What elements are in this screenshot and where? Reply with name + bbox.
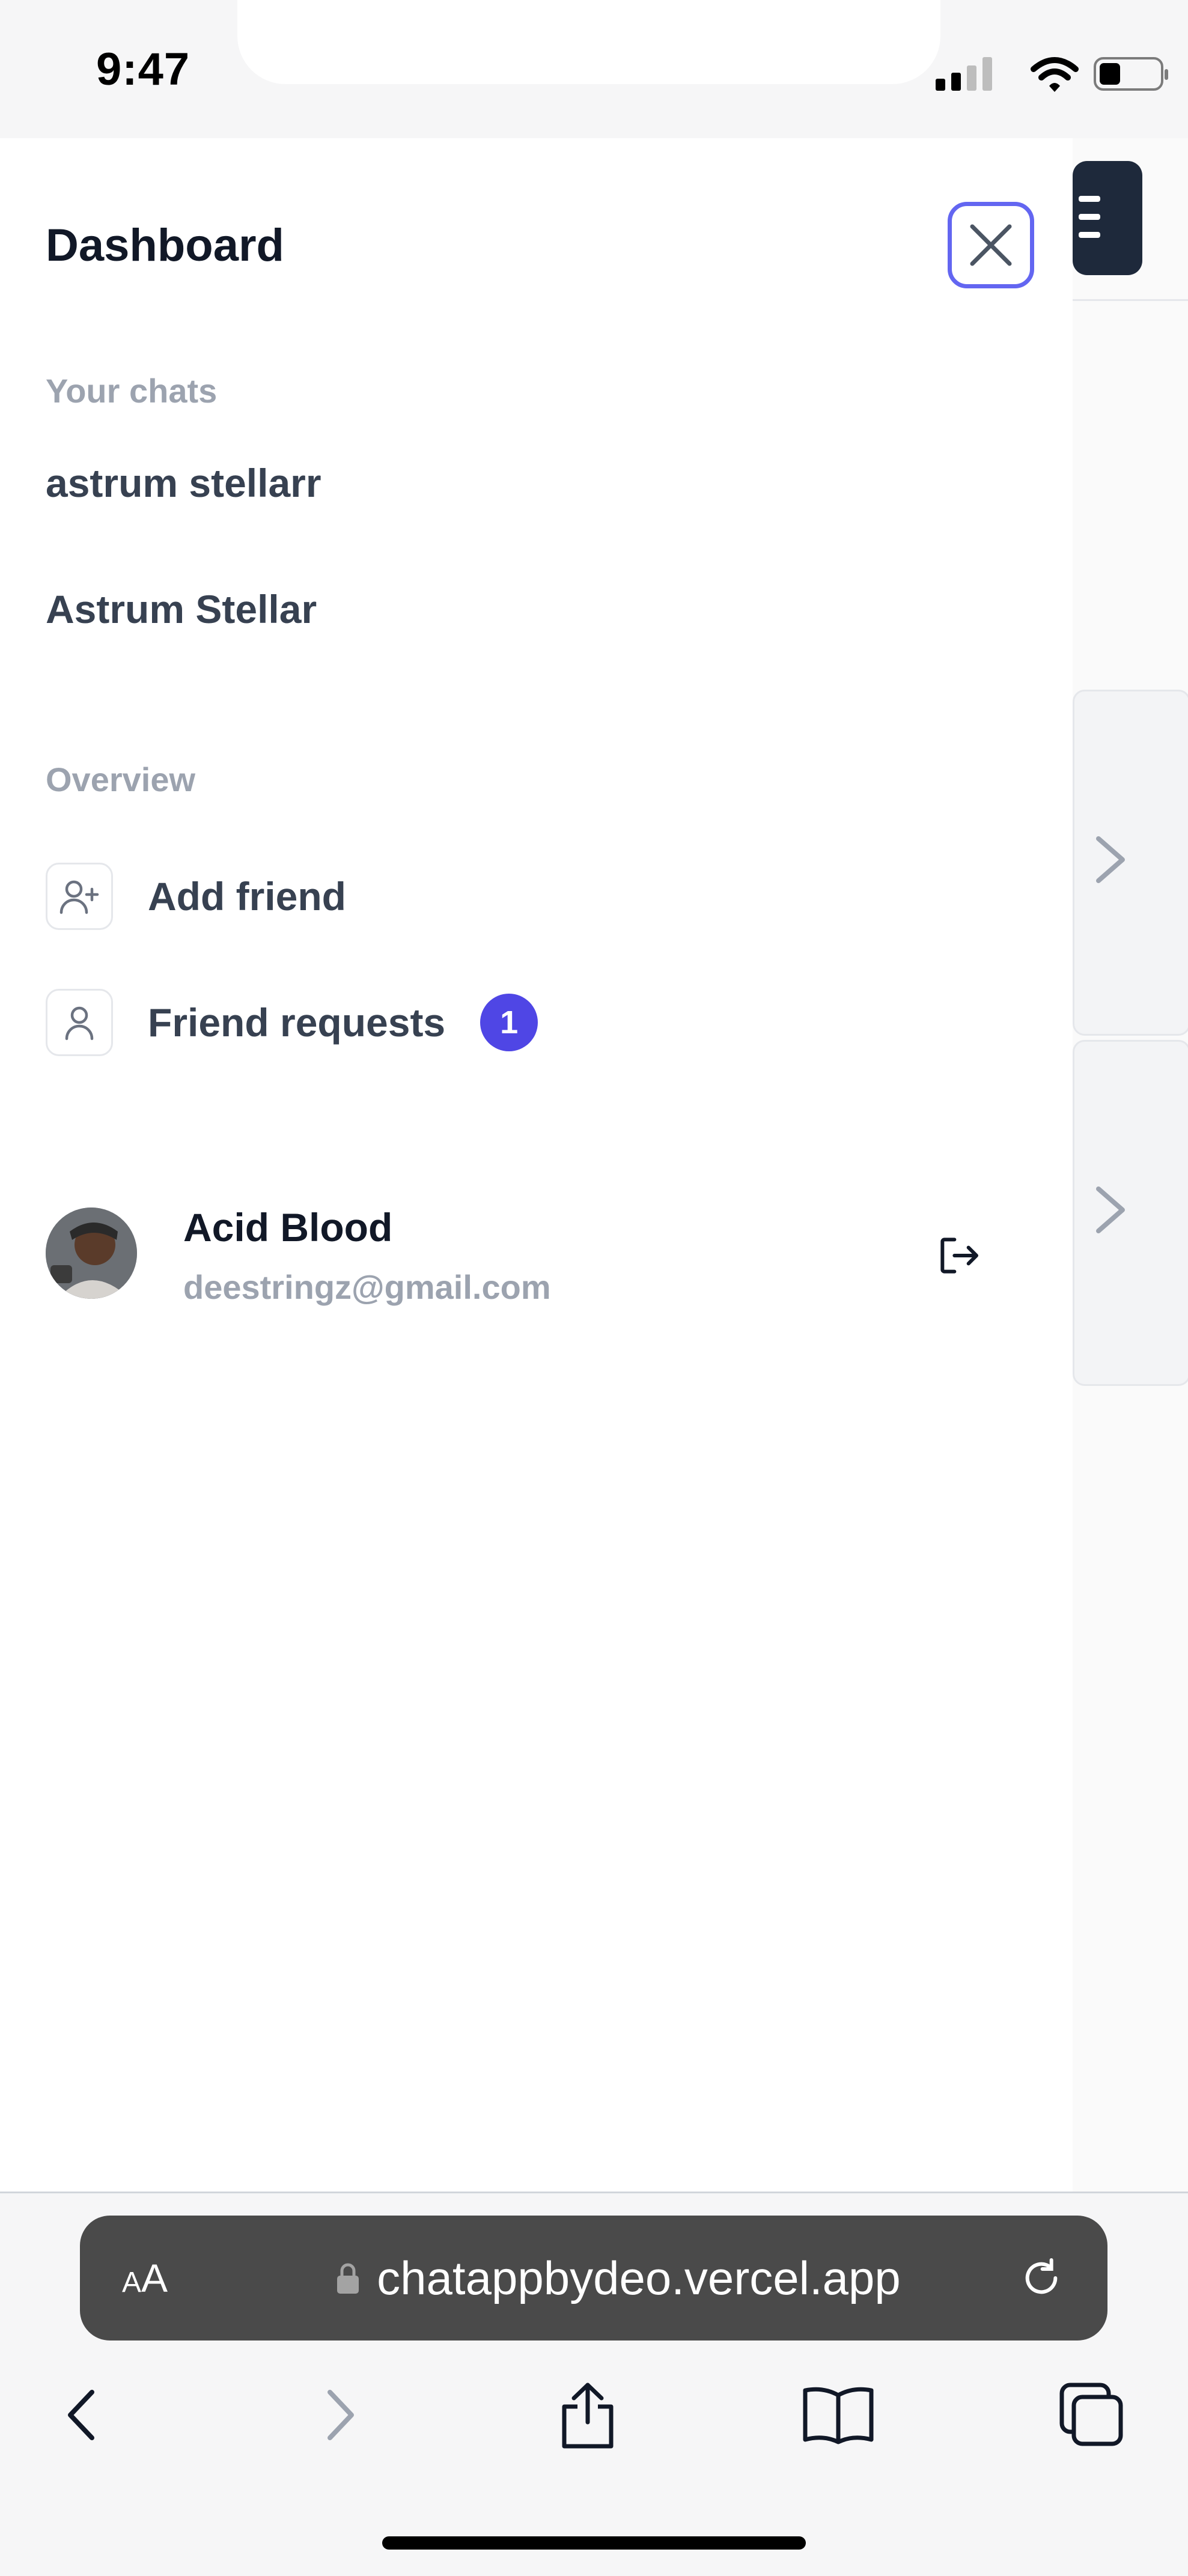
avatar <box>46 1208 137 1299</box>
menu-button[interactable] <box>1073 161 1142 275</box>
text-size-button[interactable]: AA <box>122 2255 236 2301</box>
chevron-right-icon <box>1096 1186 1125 1233</box>
device-notch <box>237 0 940 84</box>
wifi-icon <box>1031 57 1079 92</box>
user-name: Acid Blood <box>183 1205 393 1250</box>
text-size-large-label: A <box>141 2256 168 2300</box>
share-button[interactable] <box>543 2370 633 2460</box>
lock-icon <box>337 2263 359 2294</box>
status-icons <box>936 57 1168 92</box>
status-time: 9:47 <box>96 44 190 95</box>
close-icon <box>970 224 1012 266</box>
friend-requests-link[interactable]: Friend requests 1 <box>46 986 538 1059</box>
address-bar[interactable]: AA chatappbydeo.vercel.app <box>80 2216 1107 2341</box>
back-button[interactable] <box>37 2370 127 2460</box>
your-chats-label: Your chats <box>46 372 218 410</box>
drawer-title: Dashboard <box>46 220 284 271</box>
share-icon <box>562 2383 614 2449</box>
url-text: chatappbydeo.vercel.app <box>377 2251 901 2304</box>
header-divider <box>1073 299 1188 301</box>
user-email: deestringz@gmail.com <box>183 1268 551 1306</box>
tabs-icon <box>1059 2383 1123 2446</box>
home-indicator <box>382 2536 806 2550</box>
close-button[interactable] <box>948 202 1034 288</box>
chevron-left-icon <box>68 2390 94 2440</box>
add-friend-label: Add friend <box>148 874 346 919</box>
text-size-small-label: A <box>122 2267 142 2298</box>
overview-label: Overview <box>46 761 196 798</box>
log-out-icon <box>940 1238 978 1274</box>
bookmarks-button[interactable] <box>793 2370 883 2460</box>
battery-icon <box>1094 57 1168 91</box>
menu-icon <box>1079 196 1100 238</box>
friend-requests-badge: 1 <box>480 994 538 1051</box>
cellular-signal-icon <box>936 57 992 91</box>
user-plus-icon <box>46 863 113 930</box>
reload-button[interactable] <box>999 2254 1065 2302</box>
reload-icon <box>1025 2258 1058 2294</box>
user-icon <box>46 989 113 1056</box>
friend-requests-label: Friend requests <box>148 1000 446 1045</box>
forward-button[interactable] <box>294 2370 385 2460</box>
navigation-drawer <box>0 138 1073 2193</box>
chat-card[interactable] <box>1073 690 1188 1036</box>
sign-out-button[interactable] <box>925 1226 992 1286</box>
tabs-button[interactable] <box>1046 2370 1136 2460</box>
chat-item[interactable]: astrum stellarr <box>46 460 321 506</box>
chat-card[interactable] <box>1073 1040 1188 1386</box>
chat-item[interactable]: Astrum Stellar <box>46 586 317 632</box>
chevron-right-icon <box>327 2390 354 2440</box>
chevron-right-icon <box>1096 836 1125 883</box>
book-icon <box>803 2387 874 2444</box>
add-friend-link[interactable]: Add friend <box>46 860 346 932</box>
